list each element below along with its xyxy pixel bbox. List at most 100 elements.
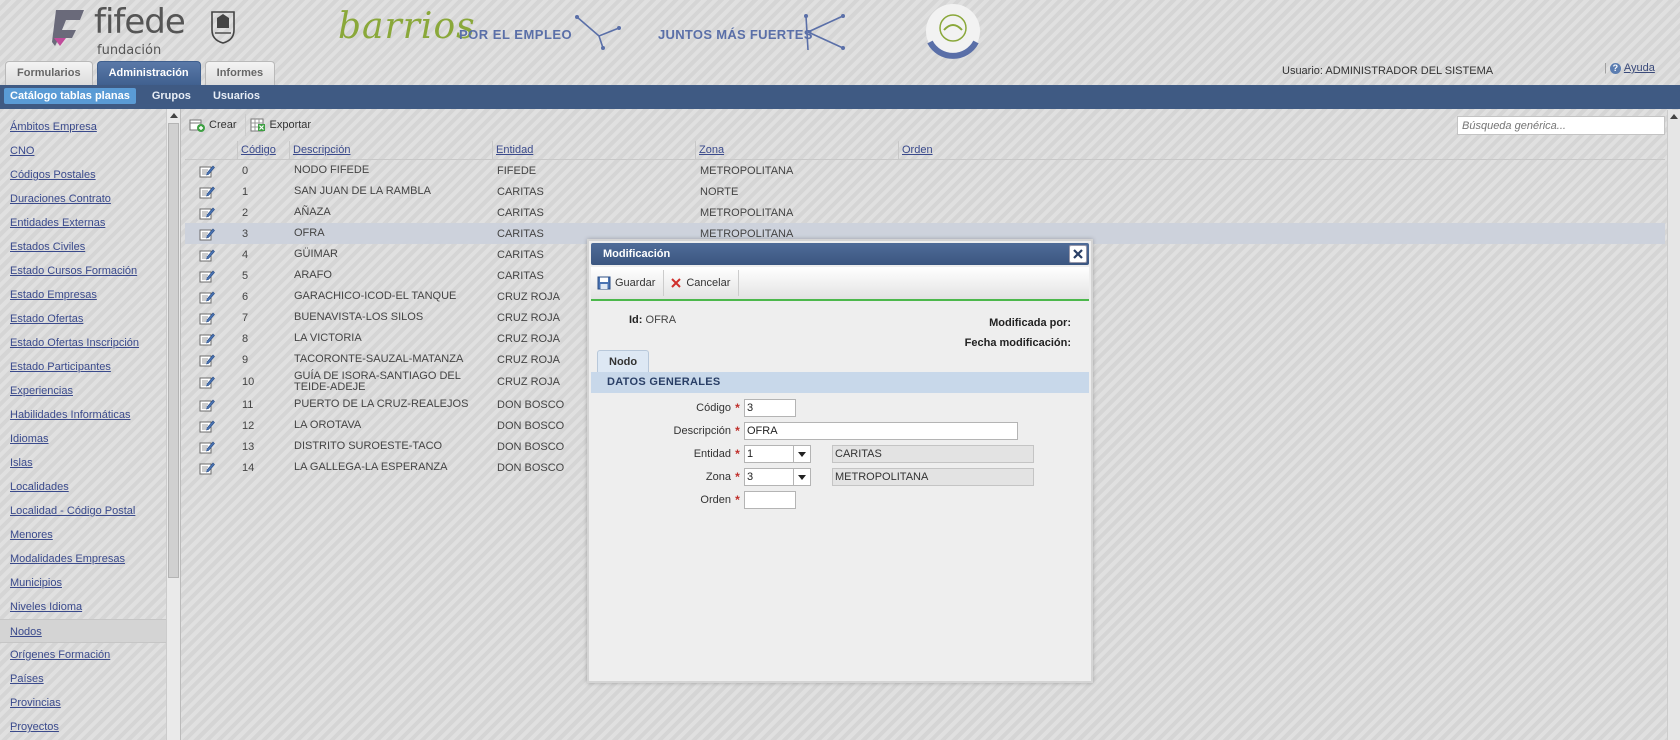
tab-formularios[interactable]: Formularios	[5, 61, 93, 85]
edit-row-button[interactable]	[185, 353, 237, 367]
column-header-codigo[interactable]: Código	[237, 141, 289, 159]
tab-nodo[interactable]: Nodo	[597, 350, 650, 373]
dialog-titlebar[interactable]: Modificación	[591, 243, 1089, 265]
edit-row-button[interactable]	[185, 290, 237, 304]
codigo-label: Código	[696, 402, 731, 414]
sidebar-item-islas[interactable]: Islas	[0, 451, 166, 475]
sidebar-item-menores[interactable]: Menores	[0, 523, 166, 547]
table-row[interactable]: 1 SAN JUAN DE LA RAMBLA CARITAS NORTE	[185, 181, 1665, 202]
subnav-catalogo[interactable]: Catálogo tablas planas	[4, 88, 136, 104]
edit-row-button[interactable]	[185, 164, 237, 178]
edit-row-button[interactable]	[185, 419, 237, 433]
sidebar-item-entidades-externas[interactable]: Entidades Externas	[0, 211, 166, 235]
descripcion-field[interactable]	[744, 422, 1018, 440]
sidebar-list: Ámbitos Empresa CNO Códigos Postales Dur…	[0, 109, 166, 739]
dialog-close-button[interactable]	[1069, 245, 1087, 263]
edit-row-button[interactable]	[185, 375, 237, 389]
sidebar-item-nodos[interactable]: Nodos	[0, 619, 166, 643]
save-button[interactable]: Guardar	[591, 270, 665, 296]
tab-informes[interactable]: Informes	[204, 61, 276, 85]
cancel-label: Cancelar	[686, 277, 731, 289]
cell-codigo: 3	[242, 227, 249, 240]
help-icon[interactable]: ?	[1609, 62, 1621, 74]
generic-search-input[interactable]	[1457, 116, 1665, 135]
sidebar-item-idiomas[interactable]: Idiomas	[0, 427, 166, 451]
edit-icon	[199, 207, 215, 219]
edit-row-button[interactable]	[185, 269, 237, 283]
edit-icon	[199, 186, 215, 198]
column-header-descripcion[interactable]: Descripción	[289, 141, 492, 159]
sidebar-item-ambitos-empresa[interactable]: Ámbitos Empresa	[0, 115, 166, 139]
separator: |	[1604, 62, 1607, 74]
table-row[interactable]: 2 AÑAZA CARITAS METROPOLITANA	[185, 202, 1665, 223]
sidebar-item-estado-ofertas-inscripcion[interactable]: Estado Ofertas Inscripción	[0, 331, 166, 355]
sidebar-item-duraciones-contrato[interactable]: Duraciones Contrato	[0, 187, 166, 211]
sidebar-item-niveles-idioma[interactable]: Niveles Idioma	[0, 595, 166, 619]
sidebar-item-proyectos[interactable]: Proyectos	[0, 715, 166, 739]
dialog-toolbar: Guardar Cancelar	[591, 267, 1089, 301]
sidebar-item-localidad-codigo-postal[interactable]: Localidad - Código Postal	[0, 499, 166, 523]
chevron-down-icon[interactable]	[793, 469, 810, 485]
sidebar-item-estado-cursos-formacion[interactable]: Estado Cursos Formación	[0, 259, 166, 283]
scroll-up-icon[interactable]	[1670, 114, 1678, 119]
grid-scrollbar[interactable]	[1667, 110, 1680, 740]
cell-descripcion: NODO FIFEDE	[294, 164, 370, 176]
edit-row-button[interactable]	[185, 332, 237, 346]
app-header: fifede fundación barrios POR EL EMPLEO J…	[0, 0, 1680, 62]
edit-row-button[interactable]	[185, 206, 237, 220]
record-id: Id: OFRA	[629, 314, 676, 326]
column-header-entidad[interactable]: Entidad	[492, 141, 695, 159]
sidebar-item-origenes-formacion[interactable]: Orígenes Formación	[0, 643, 166, 667]
cancel-button[interactable]: Cancelar	[664, 270, 740, 296]
required-mark: *	[735, 401, 740, 415]
sidebar-item-codigos-postales[interactable]: Códigos Postales	[0, 163, 166, 187]
cell-codigo: 1	[242, 185, 249, 198]
edit-row-button[interactable]	[185, 440, 237, 454]
sidebar-item-municipios[interactable]: Municipios	[0, 571, 166, 595]
cell-descripcion: GÜIMAR	[294, 248, 338, 260]
required-mark: *	[735, 424, 740, 438]
column-header-zona[interactable]: Zona	[695, 141, 898, 159]
edit-row-button[interactable]	[185, 398, 237, 412]
modified-by-label: Modificada por:	[989, 317, 1071, 329]
tab-administracion[interactable]: Administración	[96, 61, 201, 86]
section-datos-generales: DATOS GENERALES	[591, 372, 1089, 393]
required-mark: *	[735, 470, 740, 484]
sidebar-item-cno[interactable]: CNO	[0, 139, 166, 163]
scrollbar-thumb[interactable]	[168, 123, 179, 578]
sidebar-item-paises[interactable]: Países	[0, 667, 166, 691]
sidebar-item-modalidades-empresas[interactable]: Modalidades Empresas	[0, 547, 166, 571]
sidebar-item-estado-participantes[interactable]: Estado Participantes	[0, 355, 166, 379]
export-icon	[250, 118, 265, 132]
subnav-usuarios[interactable]: Usuarios	[207, 88, 266, 104]
sidebar-item-localidades[interactable]: Localidades	[0, 475, 166, 499]
subnav-grupos[interactable]: Grupos	[146, 88, 197, 104]
table-row[interactable]: 0 NODO FIFEDE FIFEDE METROPOLITANA	[185, 160, 1665, 181]
scroll-up-icon[interactable]	[170, 113, 178, 118]
sidebar-item-experiencias[interactable]: Experiencias	[0, 379, 166, 403]
edit-row-button[interactable]	[185, 461, 237, 475]
cell-entidad: FIFEDE	[497, 164, 537, 177]
logo-text: fifede	[94, 2, 186, 42]
sidebar-item-habilidades-informaticas[interactable]: Habilidades Informáticas	[0, 403, 166, 427]
create-button[interactable]: Crear	[185, 114, 246, 136]
sidebar-item-estados-civiles[interactable]: Estados Civiles	[0, 235, 166, 259]
sidebar-item-provincias[interactable]: Provincias	[0, 691, 166, 715]
chevron-down-icon[interactable]	[793, 446, 810, 462]
help-link[interactable]: Ayuda	[1624, 62, 1655, 74]
export-button[interactable]: Exportar	[246, 114, 320, 136]
sidebar-item-estado-empresas[interactable]: Estado Empresas	[0, 283, 166, 307]
sidebar-scrollbar[interactable]	[166, 109, 180, 740]
codigo-field[interactable]	[744, 399, 796, 417]
zona-select[interactable]: 3	[744, 468, 811, 486]
edit-row-button[interactable]	[185, 311, 237, 325]
edit-row-button[interactable]	[185, 248, 237, 262]
sidebar-item-estado-ofertas[interactable]: Estado Ofertas	[0, 307, 166, 331]
descripcion-label: Descripción	[673, 425, 731, 437]
edit-row-button[interactable]	[185, 227, 237, 241]
entidad-select[interactable]: 1	[744, 445, 811, 463]
column-header-orden[interactable]: Orden	[898, 141, 1665, 159]
edit-row-button[interactable]	[185, 185, 237, 199]
cell-descripcion: AÑAZA	[294, 206, 331, 218]
orden-field[interactable]	[744, 491, 796, 509]
